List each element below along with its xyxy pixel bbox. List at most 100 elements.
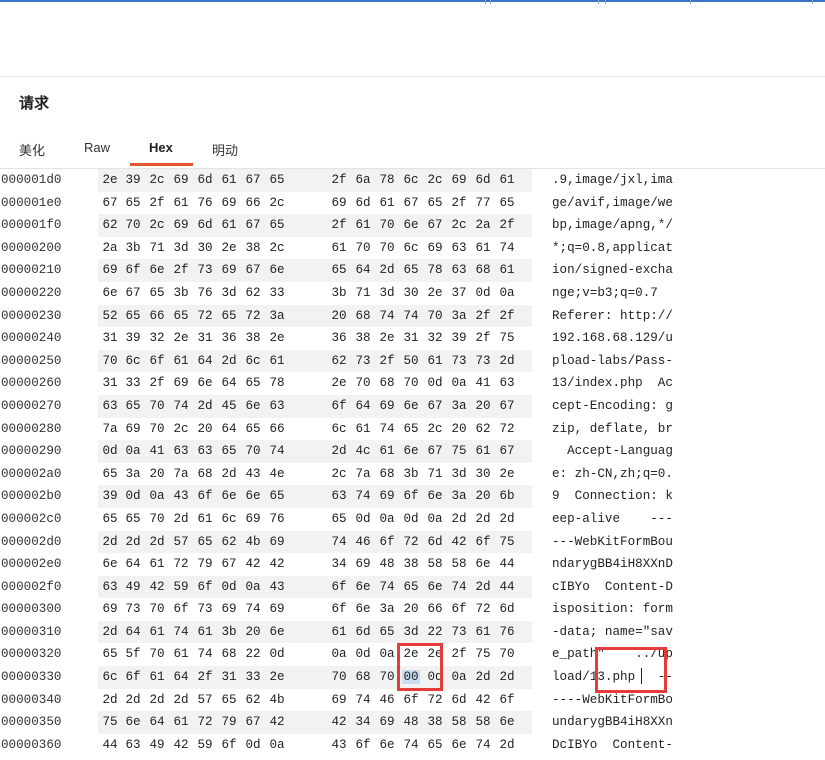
hex-byte[interactable]: 2d	[498, 670, 516, 684]
hex-byte[interactable]: 69	[220, 196, 238, 210]
hex-byte[interactable]: 2d	[498, 512, 516, 526]
hex-byte[interactable]: 6e	[402, 218, 420, 232]
hex-byte[interactable]: 33	[244, 670, 262, 684]
hex-byte[interactable]: 2d	[330, 444, 348, 458]
hex-byte[interactable]: 65	[101, 512, 119, 526]
hex-byte[interactable]: 2f	[330, 173, 348, 187]
hex-byte[interactable]: 67	[124, 286, 142, 300]
hex-byte[interactable]: 75	[450, 444, 468, 458]
hex-ascii[interactable]: ----WebKitFormBo	[552, 693, 673, 707]
hex-byte[interactable]: 4b	[244, 535, 262, 549]
hex-byte[interactable]: 67	[426, 399, 444, 413]
hex-byte[interactable]: 68	[378, 376, 396, 390]
hex-byte[interactable]: 63	[196, 444, 214, 458]
hex-byte[interactable]: 63	[101, 580, 119, 594]
hex-byte[interactable]: 67	[220, 557, 238, 571]
hex-byte[interactable]: 6e	[354, 602, 372, 616]
hex-byte[interactable]: 62	[244, 693, 262, 707]
hex-row[interactable]: 000002b0 39 0d 0a 43 6f 6e 6e 65 63 74 69 6f 6e 3a 20 6b…	[0, 485, 825, 508]
hex-byte[interactable]: 76	[268, 512, 286, 526]
hex-byte[interactable]: 63	[450, 263, 468, 277]
hex-row[interactable]: 00000220 6e 67 65 3b 76 3d 62 33 3b 71 3d 30 2e 37 0d 0a…	[0, 282, 825, 305]
hex-byte[interactable]: 42	[330, 715, 348, 729]
hex-byte[interactable]: 2f	[148, 196, 166, 210]
hex-byte[interactable]: 3a	[450, 489, 468, 503]
hex-byte[interactable]: 79	[220, 715, 238, 729]
hex-byte[interactable]: 70	[378, 218, 396, 232]
hex-byte[interactable]: 67	[426, 444, 444, 458]
hex-byte[interactable]: 67	[101, 196, 119, 210]
hex-byte[interactable]: 66	[244, 196, 262, 210]
hex-byte[interactable]: 73	[450, 354, 468, 368]
hex-byte[interactable]: 61	[426, 354, 444, 368]
hex-byte[interactable]: 20	[402, 602, 420, 616]
hex-byte[interactable]: 2d	[474, 580, 492, 594]
hex-ascii[interactable]: e: zh-CN,zh;q=0.	[552, 467, 673, 481]
hex-byte[interactable]: 70	[378, 241, 396, 255]
hex-byte[interactable]: 20	[330, 309, 348, 323]
hex-byte[interactable]: 6f	[378, 535, 396, 549]
hex-byte[interactable]: 38	[244, 331, 262, 345]
hex-byte[interactable]: 2d	[124, 693, 142, 707]
hex-byte[interactable]: 6e	[244, 489, 262, 503]
hex-byte[interactable]: 65	[124, 512, 142, 526]
hex-byte[interactable]: 2d	[172, 693, 190, 707]
hex-byte[interactable]: 0a	[378, 647, 396, 661]
hex-byte[interactable]: 65	[124, 196, 142, 210]
hex-byte[interactable]: 66	[268, 422, 286, 436]
hex-byte[interactable]: 44	[101, 738, 119, 752]
hex-byte[interactable]: 43	[172, 489, 190, 503]
hex-byte[interactable]: 3a	[378, 602, 396, 616]
hex-byte[interactable]: 67	[244, 715, 262, 729]
hex-byte[interactable]: 61	[220, 173, 238, 187]
hex-byte[interactable]: 70	[354, 241, 372, 255]
hex-byte[interactable]: 61	[474, 444, 492, 458]
hex-byte[interactable]: 0d	[220, 580, 238, 594]
hex-ascii[interactable]: ion/signed-excha	[552, 263, 673, 277]
hex-ascii[interactable]: cept-Encoding: g	[552, 399, 673, 413]
hex-byte[interactable]: 43	[268, 580, 286, 594]
hex-byte[interactable]: 70	[148, 647, 166, 661]
hex-byte[interactable]: 75	[101, 715, 119, 729]
hex-byte[interactable]: 65	[378, 625, 396, 639]
hex-byte[interactable]: 2d	[148, 535, 166, 549]
hex-byte[interactable]: 65	[244, 376, 262, 390]
hex-byte[interactable]: 62	[220, 535, 238, 549]
hex-row[interactable]: 000001d0 2e 39 2c 69 6d 61 67 65 2f 6a 78 6c 2c 69 6d 61…	[0, 169, 825, 192]
hex-row[interactable]: 00000280 7a 69 70 2c 20 64 65 66 6c 61 74 65 2c 20 62 72…	[0, 418, 825, 441]
hex-byte[interactable]: 37	[450, 286, 468, 300]
hex-byte[interactable]: 2d	[474, 670, 492, 684]
hex-ascii[interactable]: ge/avif,image/we	[552, 196, 673, 210]
hex-row[interactable]: 00000310 2d 64 61 74 61 3b 20 6e 61 6d 65 3d 22 73 61 76…	[0, 620, 825, 644]
hex-byte[interactable]: 2d	[124, 535, 142, 549]
hex-byte[interactable]: 6c	[124, 354, 142, 368]
hex-byte[interactable]: 6e	[450, 738, 468, 752]
hex-byte[interactable]: 2f	[148, 376, 166, 390]
hex-byte[interactable]: 31	[101, 331, 119, 345]
hex-byte[interactable]: 6e	[268, 625, 286, 639]
hex-byte[interactable]: 70	[101, 354, 119, 368]
hex-byte[interactable]: 2e	[268, 670, 286, 684]
hex-byte[interactable]: 6f	[330, 580, 348, 594]
hex-byte[interactable]: 74	[244, 602, 262, 616]
hex-byte[interactable]: 36	[330, 331, 348, 345]
hex-byte[interactable]: 2c	[268, 241, 286, 255]
hex-byte[interactable]: 4c	[354, 444, 372, 458]
hex-row[interactable]: 000002d0 2d 2d 2d 57 65 62 4b 69 74 46 6f 72 6d 42 6f 75…	[0, 530, 825, 554]
hex-row[interactable]: 00000290 0d 0a 41 63 63 65 70 74 2d 4c 61 6e 67 75 61 67…	[0, 440, 825, 463]
hex-byte[interactable]: 61	[172, 715, 190, 729]
hex-row[interactable]: 00000230 52 65 66 65 72 65 72 3a 20 68 74 74 70 3a 2f 2f…	[0, 304, 825, 328]
hex-row[interactable]: 00000200 2a 3b 71 3d 30 2e 38 2c 61 70 70 6c 69 63 61 74…	[0, 237, 825, 260]
hex-ascii[interactable]: *;q=0.8,applicat	[552, 241, 673, 255]
hex-byte[interactable]: 2d	[101, 625, 119, 639]
hex-byte[interactable]: 72	[196, 715, 214, 729]
hex-byte[interactable]: 58	[450, 715, 468, 729]
hex-byte[interactable]: 71	[148, 241, 166, 255]
hex-byte[interactable]: 76	[196, 286, 214, 300]
hex-byte[interactable]: 6f	[402, 489, 420, 503]
hex-byte[interactable]: 6e	[354, 580, 372, 594]
hex-byte[interactable]: 61	[220, 218, 238, 232]
hex-byte[interactable]: 6e	[268, 263, 286, 277]
hex-byte[interactable]: 2a	[101, 241, 119, 255]
hex-byte[interactable]: 64	[172, 670, 190, 684]
